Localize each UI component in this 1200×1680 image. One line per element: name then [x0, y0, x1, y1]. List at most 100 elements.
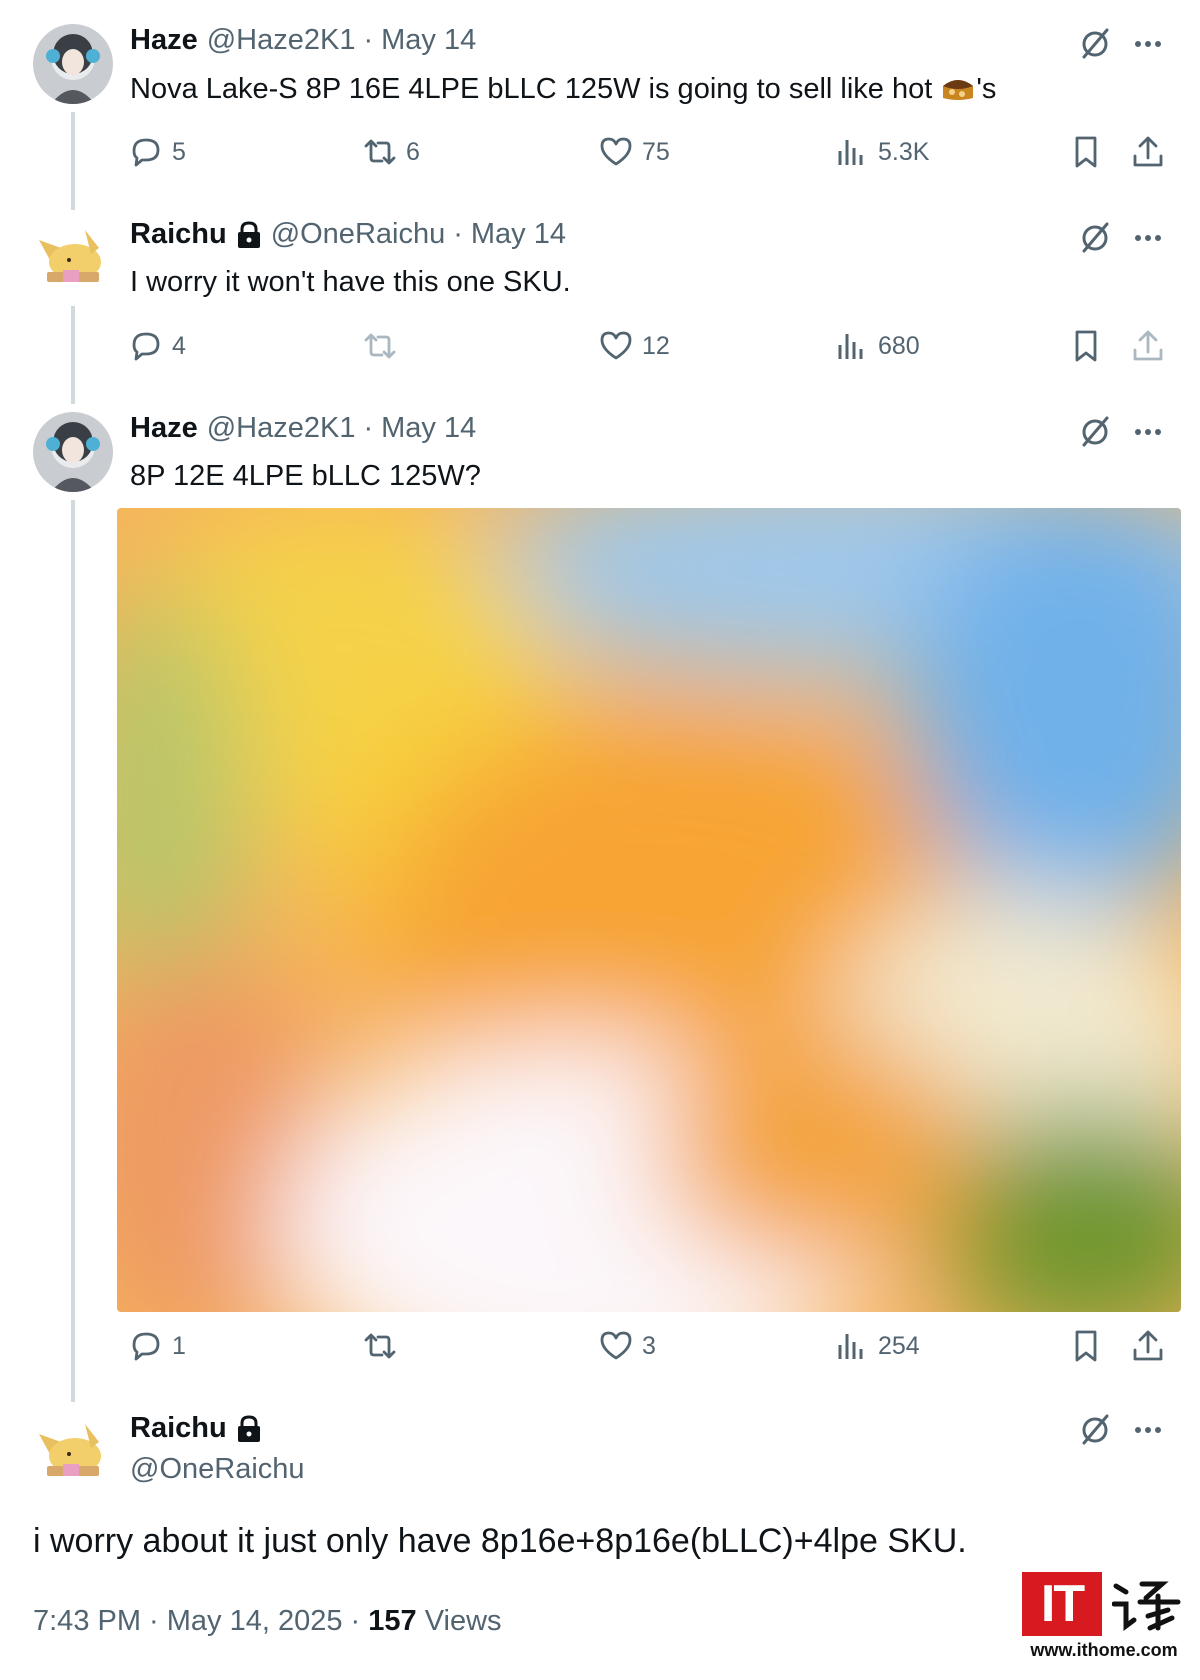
separator: · — [453, 218, 463, 250]
tweet-header: Raichu — [130, 1412, 262, 1445]
grok-icon[interactable] — [1077, 414, 1113, 450]
separator: · — [363, 24, 374, 56]
action-bar: 1 3 254 — [0, 1328, 1200, 1368]
reply-icon — [132, 138, 160, 167]
tweet-date[interactable]: May 14 — [471, 218, 566, 251]
display-name[interactable]: Haze — [130, 412, 198, 445]
tweet-date[interactable]: May 14 — [381, 412, 476, 445]
share-icon — [1133, 1330, 1163, 1361]
tweet-text-part: Nova Lake-S 8P 16E 4LPE bLLC 125W is goi… — [130, 73, 941, 105]
views-count: 5.3K — [878, 137, 930, 166]
handle[interactable]: @Haze2K1 — [207, 24, 356, 57]
grok-icon[interactable] — [1077, 220, 1113, 256]
more-icon[interactable] — [1130, 220, 1166, 256]
lock-icon — [237, 1414, 260, 1442]
grok-icon[interactable] — [1077, 1412, 1113, 1448]
like-count: 75 — [642, 137, 670, 166]
like-button[interactable]: 3 — [598, 1328, 656, 1364]
blurred-image — [117, 508, 1181, 1312]
handle[interactable]: @OneRaichu — [271, 218, 446, 251]
views-count: 680 — [878, 331, 920, 360]
reply-icon — [132, 332, 160, 361]
like-icon — [600, 137, 632, 166]
display-name[interactable]: Raichu — [130, 218, 227, 251]
watermark-logo: IT — [1022, 1572, 1102, 1636]
reply-button[interactable]: 5 — [128, 134, 186, 170]
views-icon — [838, 140, 863, 165]
views-icon — [838, 1334, 863, 1359]
share-button — [1130, 328, 1166, 364]
media-image[interactable] — [117, 508, 1181, 1312]
avatar-haze[interactable] — [33, 24, 113, 104]
views-label: Views — [416, 1605, 502, 1637]
views-count: 254 — [878, 1331, 920, 1360]
like-count: 12 — [642, 331, 670, 360]
avatar-image — [33, 218, 113, 298]
avatar-haze[interactable] — [33, 412, 113, 492]
handle[interactable]: @OneRaichu — [130, 1453, 305, 1486]
like-icon — [600, 1331, 632, 1360]
share-icon — [1133, 330, 1163, 361]
grok-icon[interactable] — [1077, 26, 1113, 62]
avatar-raichu[interactable] — [33, 1412, 113, 1492]
views-button[interactable]: 254 — [834, 1328, 920, 1364]
watermark-chinese-logo — [1112, 1581, 1181, 1631]
bookmark-icon — [1075, 136, 1097, 168]
tweet-date[interactable]: May 14 — [381, 24, 476, 57]
tweet-header: Haze @Haze2K1 · May 14 — [130, 24, 476, 57]
tweet[interactable]: Haze @Haze2K1 · May 14 Nova Lake-S 8P 16… — [0, 0, 1200, 200]
views-button[interactable]: 680 — [834, 328, 920, 364]
reply-button[interactable]: 4 — [128, 328, 186, 364]
reply-icon — [132, 1332, 160, 1361]
cake-emoji-icon — [943, 80, 974, 100]
main-tweet-text: i worry about it just only have 8p16e+8p… — [33, 1522, 967, 1560]
share-button[interactable] — [1130, 134, 1166, 170]
views-total: 157 — [368, 1605, 417, 1637]
reply-count: 5 — [172, 137, 186, 166]
bookmark-button[interactable] — [1068, 1328, 1104, 1364]
tweet-text: Nova Lake-S 8P 16E 4LPE bLLC 125W is goi… — [130, 72, 996, 106]
display-name[interactable]: Haze — [130, 24, 198, 57]
avatar-raichu[interactable] — [33, 218, 113, 298]
tweet[interactable]: Raichu @OneRaichu · May 14 I worry it wo… — [0, 194, 1200, 394]
like-button[interactable]: 75 — [598, 134, 670, 170]
tweet-header: Haze @Haze2K1 · May 14 — [130, 412, 476, 445]
separator: · — [363, 412, 374, 444]
reply-count: 1 — [172, 1331, 186, 1360]
retweet-button — [362, 328, 398, 364]
reply-count: 4 — [172, 331, 186, 360]
lock-icon — [237, 220, 260, 248]
retweet-icon — [364, 1333, 396, 1359]
more-icon[interactable] — [1130, 414, 1166, 450]
watermark-url: www.ithome.com — [1030, 1640, 1178, 1660]
bookmark-button[interactable] — [1068, 328, 1104, 364]
display-name[interactable]: Raichu — [130, 1412, 227, 1445]
tweet-text: I worry it won't have this one SKU. — [130, 266, 571, 298]
like-button[interactable]: 12 — [598, 328, 670, 364]
bookmark-icon — [1075, 1330, 1097, 1362]
retweet-icon — [364, 333, 396, 359]
action-bar: 4 12 680 — [0, 328, 1200, 368]
tweet-text-part: 's — [976, 73, 997, 105]
like-icon — [600, 331, 632, 360]
tweet-meta: 7:43 PM · May 14, 2025 · 157 Views — [33, 1605, 502, 1638]
handle[interactable]: @Haze2K1 — [207, 412, 356, 445]
more-icon[interactable] — [1130, 26, 1166, 62]
tweet-text: 8P 12E 4LPE bLLC 125W? — [130, 460, 481, 492]
views-icon — [838, 334, 863, 359]
avatar-image — [33, 1412, 113, 1492]
share-button[interactable] — [1130, 1328, 1166, 1364]
avatar-image — [33, 24, 113, 104]
avatar-image — [33, 412, 113, 492]
retweet-button[interactable]: 6 — [362, 134, 420, 170]
bookmark-button[interactable] — [1068, 134, 1104, 170]
views-button[interactable]: 5.3K — [834, 134, 929, 170]
reply-button[interactable]: 1 — [128, 1328, 186, 1364]
retweet-button[interactable] — [362, 1328, 398, 1364]
share-icon — [1133, 136, 1163, 167]
bookmark-icon — [1075, 330, 1097, 362]
retweet-count: 6 — [406, 137, 420, 166]
more-icon[interactable] — [1130, 1412, 1166, 1448]
timestamp[interactable]: 7:43 PM · May 14, 2025 · — [33, 1605, 368, 1637]
ithome-watermark: IT www.ithome.com — [1022, 1572, 1186, 1672]
